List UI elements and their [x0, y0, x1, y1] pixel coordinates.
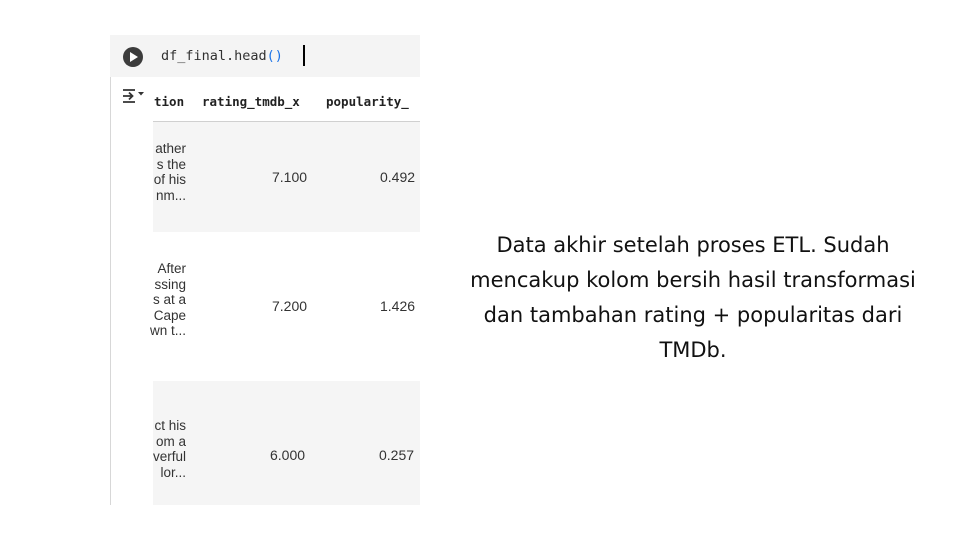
description-line: ssing	[154, 276, 186, 292]
table-row: ct his om a verful lor... 6.000 0.257	[153, 381, 420, 505]
description-line: om a	[155, 433, 186, 449]
popularity-cell: 1.426	[380, 298, 416, 314]
table-header-row: tion rating_tmdb_x popularity_	[153, 85, 420, 122]
column-header-rating: rating_tmdb_x	[202, 94, 300, 109]
slide-caption: Data akhir setelah proses ETL. Sudah men…	[470, 233, 916, 362]
description-line: Cape	[153, 307, 186, 323]
rating-cell: 7.100	[272, 169, 308, 185]
rating-cell: 7.200	[272, 298, 308, 314]
popularity-cell: 0.492	[380, 169, 416, 185]
popularity-cell: 0.257	[379, 447, 415, 463]
rating-cell: 6.000	[270, 447, 306, 463]
table-row: ather s the of his nm... 7.100 0.492	[153, 122, 420, 232]
description-line: s at a	[152, 292, 186, 307]
cell-left-rule	[110, 77, 111, 505]
description-line: After	[157, 261, 186, 276]
description-line: ather	[155, 141, 186, 156]
table-row: After ssing s at a Cape wn t... 7.200 1.…	[150, 232, 420, 381]
column-header-description: tion	[154, 94, 185, 109]
description-cell: After ssing s at a Cape wn t...	[139, 261, 186, 339]
description-line: nm...	[155, 187, 186, 203]
description-line: lor...	[160, 464, 186, 480]
description-cell: ct his om a verful lor...	[139, 418, 186, 480]
description-cell: ather s the of his nm...	[139, 141, 186, 203]
output-actions-icon[interactable]	[122, 86, 146, 106]
text-cursor	[303, 45, 305, 66]
description-line: wn t...	[149, 323, 186, 338]
description-line: ct his	[154, 418, 186, 433]
description-line: s the	[156, 156, 186, 172]
description-line: of his	[153, 172, 186, 187]
column-header-popularity: popularity_	[326, 94, 409, 109]
run-cell-button[interactable]	[123, 47, 143, 67]
dataframe-table: tion rating_tmdb_x popularity_ ather s t…	[150, 85, 420, 505]
code-editor[interactable]: df_final.head()	[161, 46, 283, 66]
code-text: df_final.head	[161, 48, 267, 64]
code-parens: ()	[266, 48, 283, 64]
description-line: verful	[152, 449, 186, 464]
notebook-cell: df_final.head() tion rating_tmdb_x popul…	[110, 35, 420, 505]
code-cell-header: df_final.head()	[110, 35, 420, 77]
